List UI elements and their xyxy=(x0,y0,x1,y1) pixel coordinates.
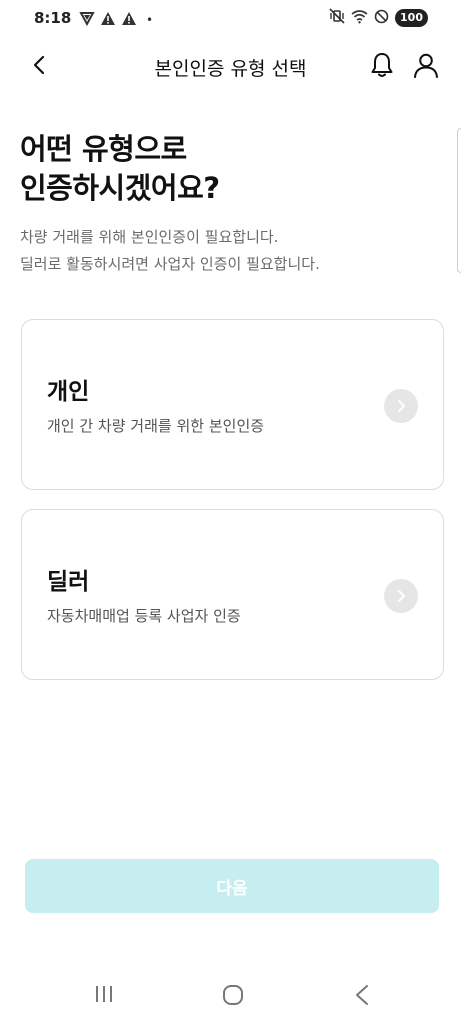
status-right-icons: 100 xyxy=(329,8,428,28)
description: 차량 거래를 위해 본인인증이 필요합니다. 딜러로 활동하시려면 사업자 인증… xyxy=(20,224,320,278)
status-time: 8:18 xyxy=(34,9,72,27)
dealer-option-card[interactable]: 딜러 자동차매매업 등록 사업자 인증 xyxy=(21,509,444,680)
system-back-icon[interactable] xyxy=(354,984,370,1010)
heading: 어떤 유형으로 인증하시겠어요? xyxy=(20,130,220,208)
option-description: 자동차매매업 등록 사업자 인증 xyxy=(47,607,241,625)
description-line-1: 차량 거래를 위해 본인인증이 필요합니다. xyxy=(20,228,279,246)
heading-line-2: 인증하시겠어요? xyxy=(20,171,220,205)
system-nav-bar xyxy=(0,972,461,1024)
individual-option-card[interactable]: 개인 개인 간 차량 거래를 위한 본인인증 xyxy=(21,319,444,490)
heading-line-1: 어떤 유형으로 xyxy=(20,132,187,166)
home-icon[interactable] xyxy=(222,984,244,1010)
chevron-right-icon xyxy=(384,579,418,613)
battery-icon: 100 xyxy=(395,9,428,27)
vibrate-mute-icon xyxy=(329,8,345,28)
profile-button[interactable] xyxy=(411,52,441,82)
option-description: 개인 간 차량 거래를 위한 본인인증 xyxy=(47,417,265,435)
warning-icon xyxy=(121,11,137,30)
bell-icon xyxy=(370,52,394,82)
person-icon xyxy=(413,52,439,82)
warning-icon xyxy=(100,11,116,30)
recent-apps-icon[interactable] xyxy=(93,984,115,1008)
status-left-icons: • xyxy=(79,10,153,30)
app-notification-icon xyxy=(79,10,95,30)
status-bar: 8:18 • 100 xyxy=(0,0,461,38)
option-title: 개인 xyxy=(47,379,90,405)
next-button[interactable]: 다음 xyxy=(25,859,439,913)
do-not-disturb-icon xyxy=(374,9,389,28)
chevron-right-icon xyxy=(384,389,418,423)
notifications-button[interactable] xyxy=(367,52,397,82)
option-title: 딜러 xyxy=(47,569,90,595)
wifi-icon xyxy=(351,9,368,28)
header: 본인인증 유형 선택 xyxy=(0,42,461,92)
description-line-2: 딜러로 활동하시려면 사업자 인증이 필요합니다. xyxy=(20,255,320,273)
scroll-indicator xyxy=(457,128,461,273)
status-dot: • xyxy=(146,13,154,27)
